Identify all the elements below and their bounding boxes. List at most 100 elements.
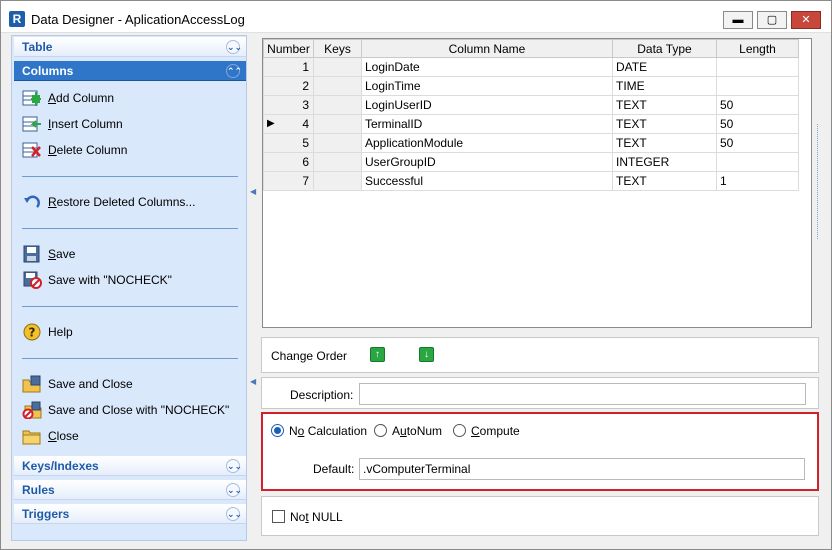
save-nocheck-action[interactable]: Save with "NOCHECK" [22,270,172,290]
radio-button-checked[interactable] [271,424,284,438]
not-null-checkbox[interactable]: Not NULL [272,510,343,524]
column-name-cell[interactable]: ApplicationModule [361,133,613,153]
delete-column-action[interactable]: Delete Column [22,140,127,160]
restore-hotkey: R [48,195,57,209]
row-number-cell[interactable]: ▶ 4 [263,114,314,134]
column-name-cell[interactable]: Successful [361,171,613,191]
length-cell[interactable] [716,76,799,96]
radio-compute[interactable]: Compute [453,424,520,438]
splitter-left-arrow-icon[interactable]: ◀ [250,377,256,386]
add-column-icon [22,89,42,107]
row-keys-cell[interactable] [313,57,362,77]
maximize-button[interactable]: ▢ [757,11,787,29]
data-type-cell[interactable]: TEXT [612,171,717,191]
column-name-cell[interactable]: UserGroupID [361,152,613,172]
radio-button[interactable] [453,424,466,438]
header-length[interactable]: Length [716,39,799,58]
grid-scroll-handle[interactable] [817,124,823,239]
column-name-cell[interactable]: LoginDate [361,57,613,77]
data-type-cell[interactable]: INTEGER [612,152,717,172]
close-window-button[interactable]: ✕ [791,11,821,29]
length-cell[interactable] [716,57,799,77]
current-row-marker-icon: ▶ [267,118,275,129]
data-type-cell[interactable]: TEXT [612,95,717,115]
header-number[interactable]: Number [263,39,314,58]
row-keys-cell[interactable] [313,95,362,115]
data-type-cell[interactable]: DATE [612,57,717,77]
length-cell[interactable]: 50 [716,95,799,115]
help-action[interactable]: ? Help [22,322,73,342]
header-data-type[interactable]: Data Type [612,39,717,58]
description-label: Description: [290,388,354,402]
row-keys-cell[interactable] [313,133,362,153]
insert-column-action[interactable]: Insert Column [22,114,123,134]
radio-no-calculation[interactable]: No Calculation [271,424,367,438]
default-value-input[interactable]: .vComputerTerminal [359,458,805,480]
chevron-down-icon[interactable]: ⌄⌄ [226,459,242,473]
triggers-section-header[interactable]: Triggers ⌄⌄ [14,504,246,524]
delete-column-hotkey: D [48,143,57,157]
table-row[interactable]: 1 LoginDate DATE [263,57,799,77]
data-type-cell[interactable]: TEXT [612,114,717,134]
table-row[interactable]: ▶ 4 TerminalID TEXT 50 [263,114,799,134]
row-keys-cell[interactable] [313,171,362,191]
checkbox[interactable] [272,510,285,524]
calculation-section: No Calculation AutoNum Compute Default: … [261,412,819,491]
columns-grid[interactable]: Number Keys Column Name Data Type Length… [262,38,812,328]
radio-autonum[interactable]: AutoNum [374,424,442,438]
add-column-action[interactable]: Add Column [22,88,114,108]
move-up-arrow-icon[interactable]: ↑ [370,347,385,362]
rules-section-header[interactable]: Rules ⌄⌄ [14,480,246,500]
not-null-label: NULL [308,510,343,524]
column-name-cell[interactable]: LoginUserID [361,95,613,115]
length-cell[interactable]: 50 [716,133,799,153]
close-action[interactable]: Close [22,426,79,446]
row-number-cell[interactable]: 2 [263,76,314,96]
close-label: lose [56,429,79,443]
chevron-down-icon[interactable]: ⌄⌄ [226,40,242,54]
data-designer-window: R Data Designer - AplicationAccessLog ▬ … [0,0,832,550]
header-keys[interactable]: Keys [313,39,362,58]
column-name-cell[interactable]: LoginTime [361,76,613,96]
radio-button[interactable] [374,424,387,438]
table-row[interactable]: 3 LoginUserID TEXT 50 [263,95,799,115]
keys-indexes-section-header[interactable]: Keys/Indexes ⌄⌄ [14,456,246,476]
row-number-cell[interactable]: 3 [263,95,314,115]
table-section-header[interactable]: Table ⌄⌄ [14,37,246,57]
chevron-down-icon[interactable]: ⌄⌄ [226,507,242,521]
row-number-cell[interactable]: 5 [263,133,314,153]
table-row[interactable]: 6 UserGroupID INTEGER [263,152,799,172]
row-number-cell[interactable]: 6 [263,152,314,172]
description-input[interactable] [359,383,806,405]
data-type-cell[interactable]: TIME [612,76,717,96]
save-action[interactable]: Save [22,244,75,264]
row-number-cell[interactable]: 1 [263,57,314,77]
help-icon: ? [22,323,42,341]
length-cell[interactable]: 1 [716,171,799,191]
table-row[interactable]: 2 LoginTime TIME [263,76,799,96]
header-column-name[interactable]: Column Name [361,39,613,58]
minimize-button[interactable]: ▬ [723,11,753,29]
length-cell[interactable] [716,152,799,172]
chevron-down-icon[interactable]: ⌄⌄ [226,483,242,497]
close-hotkey: C [48,429,57,443]
restore-columns-action[interactable]: Restore Deleted Columns... [22,192,195,212]
length-cell[interactable]: 50 [716,114,799,134]
columns-section-header[interactable]: Columns ⌃⌃ [14,61,246,81]
row-keys-cell[interactable] [313,76,362,96]
row-keys-cell[interactable] [313,114,362,134]
column-name-cell[interactable]: TerminalID [361,114,613,134]
compute-label: ompute [479,424,520,438]
table-row[interactable]: 7 Successful TEXT 1 [263,171,799,191]
save-and-close-nocheck-action[interactable]: Save and Close with "NOCHECK" [22,400,229,420]
table-row[interactable]: 5 ApplicationModule TEXT 50 [263,133,799,153]
move-down-arrow-icon[interactable]: ↓ [419,347,434,362]
title-bar[interactable]: R Data Designer - AplicationAccessLog ▬ … [1,1,831,33]
chevron-up-icon[interactable]: ⌃⌃ [226,64,242,78]
data-type-cell[interactable]: TEXT [612,133,717,153]
separator [22,358,238,359]
splitter-left-arrow-icon[interactable]: ◀ [250,187,256,196]
save-and-close-action[interactable]: Save and Close [22,374,133,394]
row-number-cell[interactable]: 7 [263,171,314,191]
row-keys-cell[interactable] [313,152,362,172]
